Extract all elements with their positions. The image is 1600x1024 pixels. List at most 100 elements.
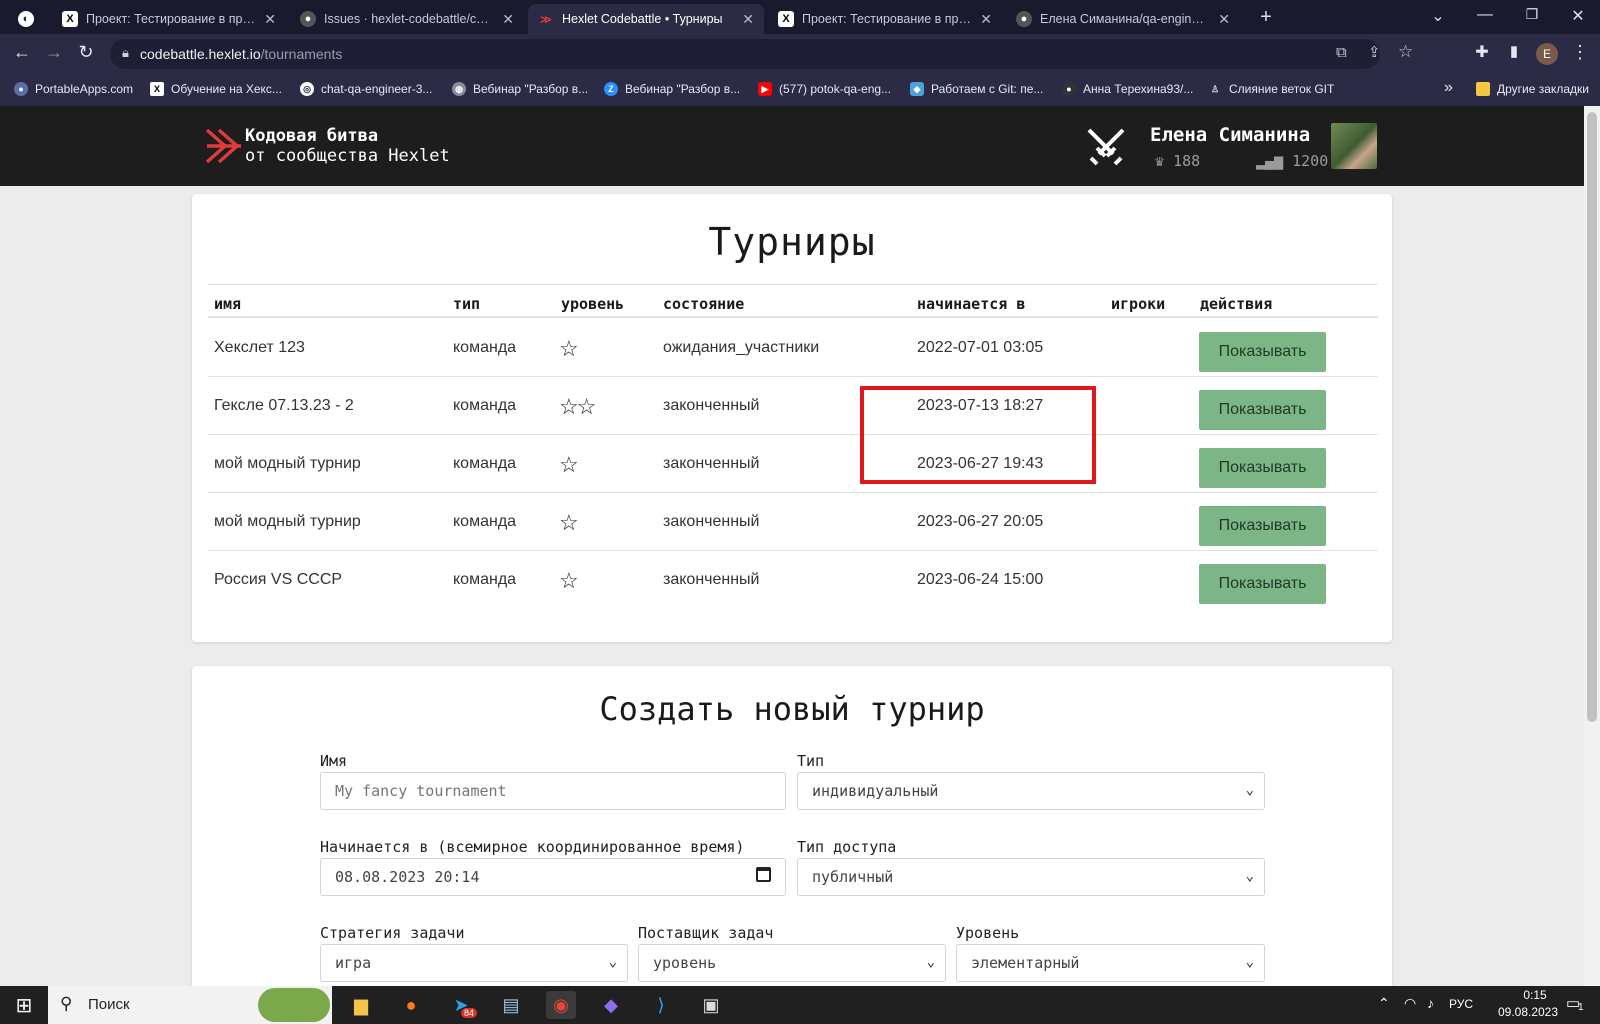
user-rating: ▂▄▆ 1200 <box>1256 152 1328 170</box>
tab-search-icon[interactable]: ⌄ <box>1418 6 1458 26</box>
tab-label: Issues · hexlet-codebattle/codeb <box>324 12 495 26</box>
rating-chart-icon: ▂▄▆ <box>1256 152 1284 170</box>
brand-title[interactable]: Кодовая битва <box>245 126 378 146</box>
column-state: состояние <box>663 295 745 313</box>
column-type: тип <box>453 295 481 313</box>
show-button[interactable]: Показывать <box>1199 390 1326 430</box>
bookmark-item[interactable]: ◆ Работаем с Git: пе... <box>910 82 1043 96</box>
windows-taskbar: ⊞ ⚲ Поиск ▆ ● ➤ 84 ▤ ◉ ◆ ⟩ ▣ ⌃ ◠ ♪ РУС 0… <box>0 986 1600 1024</box>
rating-value: 1200 <box>1292 152 1329 170</box>
bookmark-item[interactable]: ♙ Слияние веток GIT <box>1208 82 1334 96</box>
sidepanel-icon[interactable]: ▮ <box>1502 42 1526 60</box>
chevron-up-icon[interactable]: ⌃ <box>1378 995 1390 1012</box>
starts-value: 08.08.2023 20:14 <box>335 868 480 886</box>
calendar-icon[interactable] <box>756 867 771 882</box>
trophy-icon: ♛ <box>1155 152 1165 170</box>
bookmark-star-icon[interactable]: ☆ <box>1398 42 1413 62</box>
tournament-name: мой модный турнир <box>214 455 361 472</box>
access-select[interactable]: публичный ⌄ <box>797 858 1265 896</box>
share-icon[interactable]: ⇪ <box>1368 43 1381 61</box>
paint-icon[interactable]: ◆ <box>596 991 626 1019</box>
youtube-icon: ▶ <box>758 82 772 96</box>
name-label: Имя <box>320 752 348 770</box>
volume-icon[interactable]: ♪ <box>1427 995 1434 1011</box>
clock-time[interactable]: 0:15 <box>1505 988 1565 1002</box>
bookmark-item[interactable]: ● Анна Терехина93/... <box>1062 82 1193 96</box>
close-icon[interactable]: ✕ <box>742 11 754 28</box>
terminal-icon[interactable]: ▣ <box>696 991 726 1019</box>
bookmarks-more-icon[interactable]: » <box>1444 79 1453 97</box>
bookmarks-bar: ● PortableApps.com X Обучение на Хекс... ◎… <box>0 74 1600 106</box>
avatar[interactable] <box>1331 123 1377 169</box>
translate-icon[interactable]: ⧉ <box>1336 44 1347 61</box>
strategy-select[interactable]: игра ⌄ <box>320 944 628 982</box>
bookmark-item[interactable]: Z Вебинар "Разбор в... <box>604 82 740 96</box>
bookmark-item[interactable]: ● PortableApps.com <box>14 82 133 96</box>
extensions-icon[interactable]: ✚ <box>1470 42 1494 62</box>
file-explorer-icon[interactable]: ▆ <box>346 991 376 1019</box>
windows-start-icon[interactable]: ⊞ <box>9 991 39 1019</box>
browser-tab-bar: ◐ X Проект: Тестирование в продак ✕ ● Is… <box>0 0 1600 34</box>
close-icon[interactable]: ✕ <box>1218 11 1230 28</box>
tournaments-card: Турниры имя тип уровень состояние начина… <box>192 194 1392 642</box>
page-scrollbar[interactable] <box>1584 106 1600 986</box>
bookmark-item[interactable]: X Обучение на Хекс... <box>150 82 282 96</box>
brand-subtitle[interactable]: от сообщества Hexlet <box>245 146 450 166</box>
name-input[interactable] <box>320 772 786 810</box>
provider-label: Поставщик задач <box>638 924 774 942</box>
show-button[interactable]: Показывать <box>1199 506 1326 546</box>
level-select[interactable]: элементарный ⌄ <box>956 944 1265 982</box>
forward-icon[interactable]: → <box>42 42 66 63</box>
vscode-icon[interactable]: ⟩ <box>646 991 676 1019</box>
tab-github-repo[interactable]: ● Елена Симанина/qa-engineer-p ✕ <box>1006 4 1240 34</box>
type-select[interactable]: индивидуальный ⌄ <box>797 772 1265 810</box>
reload-icon[interactable]: ↻ <box>74 42 98 63</box>
tournament-start: 2023-06-24 15:00 <box>917 571 1044 588</box>
close-icon[interactable]: ✕ <box>502 11 514 28</box>
tab-project-2[interactable]: X Проект: Тестирование в продак ✕ <box>768 4 1002 34</box>
github-icon: ● <box>1062 82 1076 96</box>
tab-codebattle[interactable]: ≫ Hexlet Codebattle • Турниры ✕ <box>528 4 764 34</box>
tournament-type: команда <box>453 339 517 356</box>
table-header: имя тип уровень состояние начинается в и… <box>208 284 1378 318</box>
bookmark-item[interactable]: ◎ chat-qa-engineer-3... <box>300 82 432 96</box>
clock-date[interactable]: 09.08.2023 <box>1488 1005 1568 1019</box>
scrollbar-thumb[interactable] <box>1587 112 1597 722</box>
tab-issues[interactable]: ● Issues · hexlet-codebattle/codeb ✕ <box>290 4 524 34</box>
bookmark-label: Другие закладки <box>1497 82 1589 96</box>
other-bookmarks[interactable]: Другие закладки <box>1476 82 1589 96</box>
close-window-icon[interactable]: ✕ <box>1558 6 1598 26</box>
minimize-icon[interactable]: — <box>1465 6 1505 24</box>
firefox-icon[interactable]: ● <box>396 991 426 1019</box>
show-button[interactable]: Показывать <box>1199 448 1326 488</box>
codebattle-logo-icon[interactable] <box>205 126 243 166</box>
site-header: Кодовая битва от сообщества Hexlet Елена… <box>0 106 1584 186</box>
create-title: Создать новый турнир <box>599 690 985 728</box>
address-bar[interactable]: 🔒︎ codebattle.hexlet.io/tournaments ⧉ ⇪ … <box>110 39 1413 69</box>
bookmark-item[interactable]: ◍ Вебинар "Разбор в... <box>452 82 588 96</box>
restore-icon[interactable]: ❐ <box>1512 6 1552 23</box>
close-icon[interactable]: ✕ <box>264 11 276 28</box>
tab-project-1[interactable]: X Проект: Тестирование в продак ✕ <box>52 4 286 34</box>
wifi-icon[interactable]: ◠ <box>1404 995 1416 1012</box>
show-button[interactable]: Показывать <box>1199 564 1326 604</box>
show-button[interactable]: Показывать <box>1199 332 1326 372</box>
chrome-icon[interactable]: ◉ <box>546 991 576 1019</box>
user-name[interactable]: Елена Симанина <box>1150 124 1310 146</box>
starts-datetime-input[interactable]: 08.08.2023 20:14 <box>320 858 786 896</box>
bookmark-item[interactable]: ▶ (577) potok-qa-eng... <box>758 82 891 96</box>
taskbar-search[interactable]: ⚲ Поиск <box>48 986 332 1024</box>
bookmark-label: Вебинар "Разбор в... <box>625 82 741 96</box>
new-tab-button[interactable]: + <box>1246 6 1286 29</box>
menu-icon[interactable]: ⋮ <box>1568 42 1592 63</box>
profile-avatar[interactable]: E <box>1536 43 1558 65</box>
close-icon[interactable]: ✕ <box>980 11 992 28</box>
column-starts-at: начинается в <box>917 295 1026 313</box>
tab-pinned[interactable]: ◐ <box>8 4 48 34</box>
crossed-swords-icon[interactable] <box>1083 124 1129 170</box>
provider-select[interactable]: уровень ⌄ <box>638 944 946 982</box>
language-indicator[interactable]: РУС <box>1449 997 1473 1011</box>
hexlet-icon: X <box>150 82 164 96</box>
back-icon[interactable]: ← <box>10 42 34 63</box>
notes-app-icon[interactable]: ▤ <box>496 991 526 1019</box>
